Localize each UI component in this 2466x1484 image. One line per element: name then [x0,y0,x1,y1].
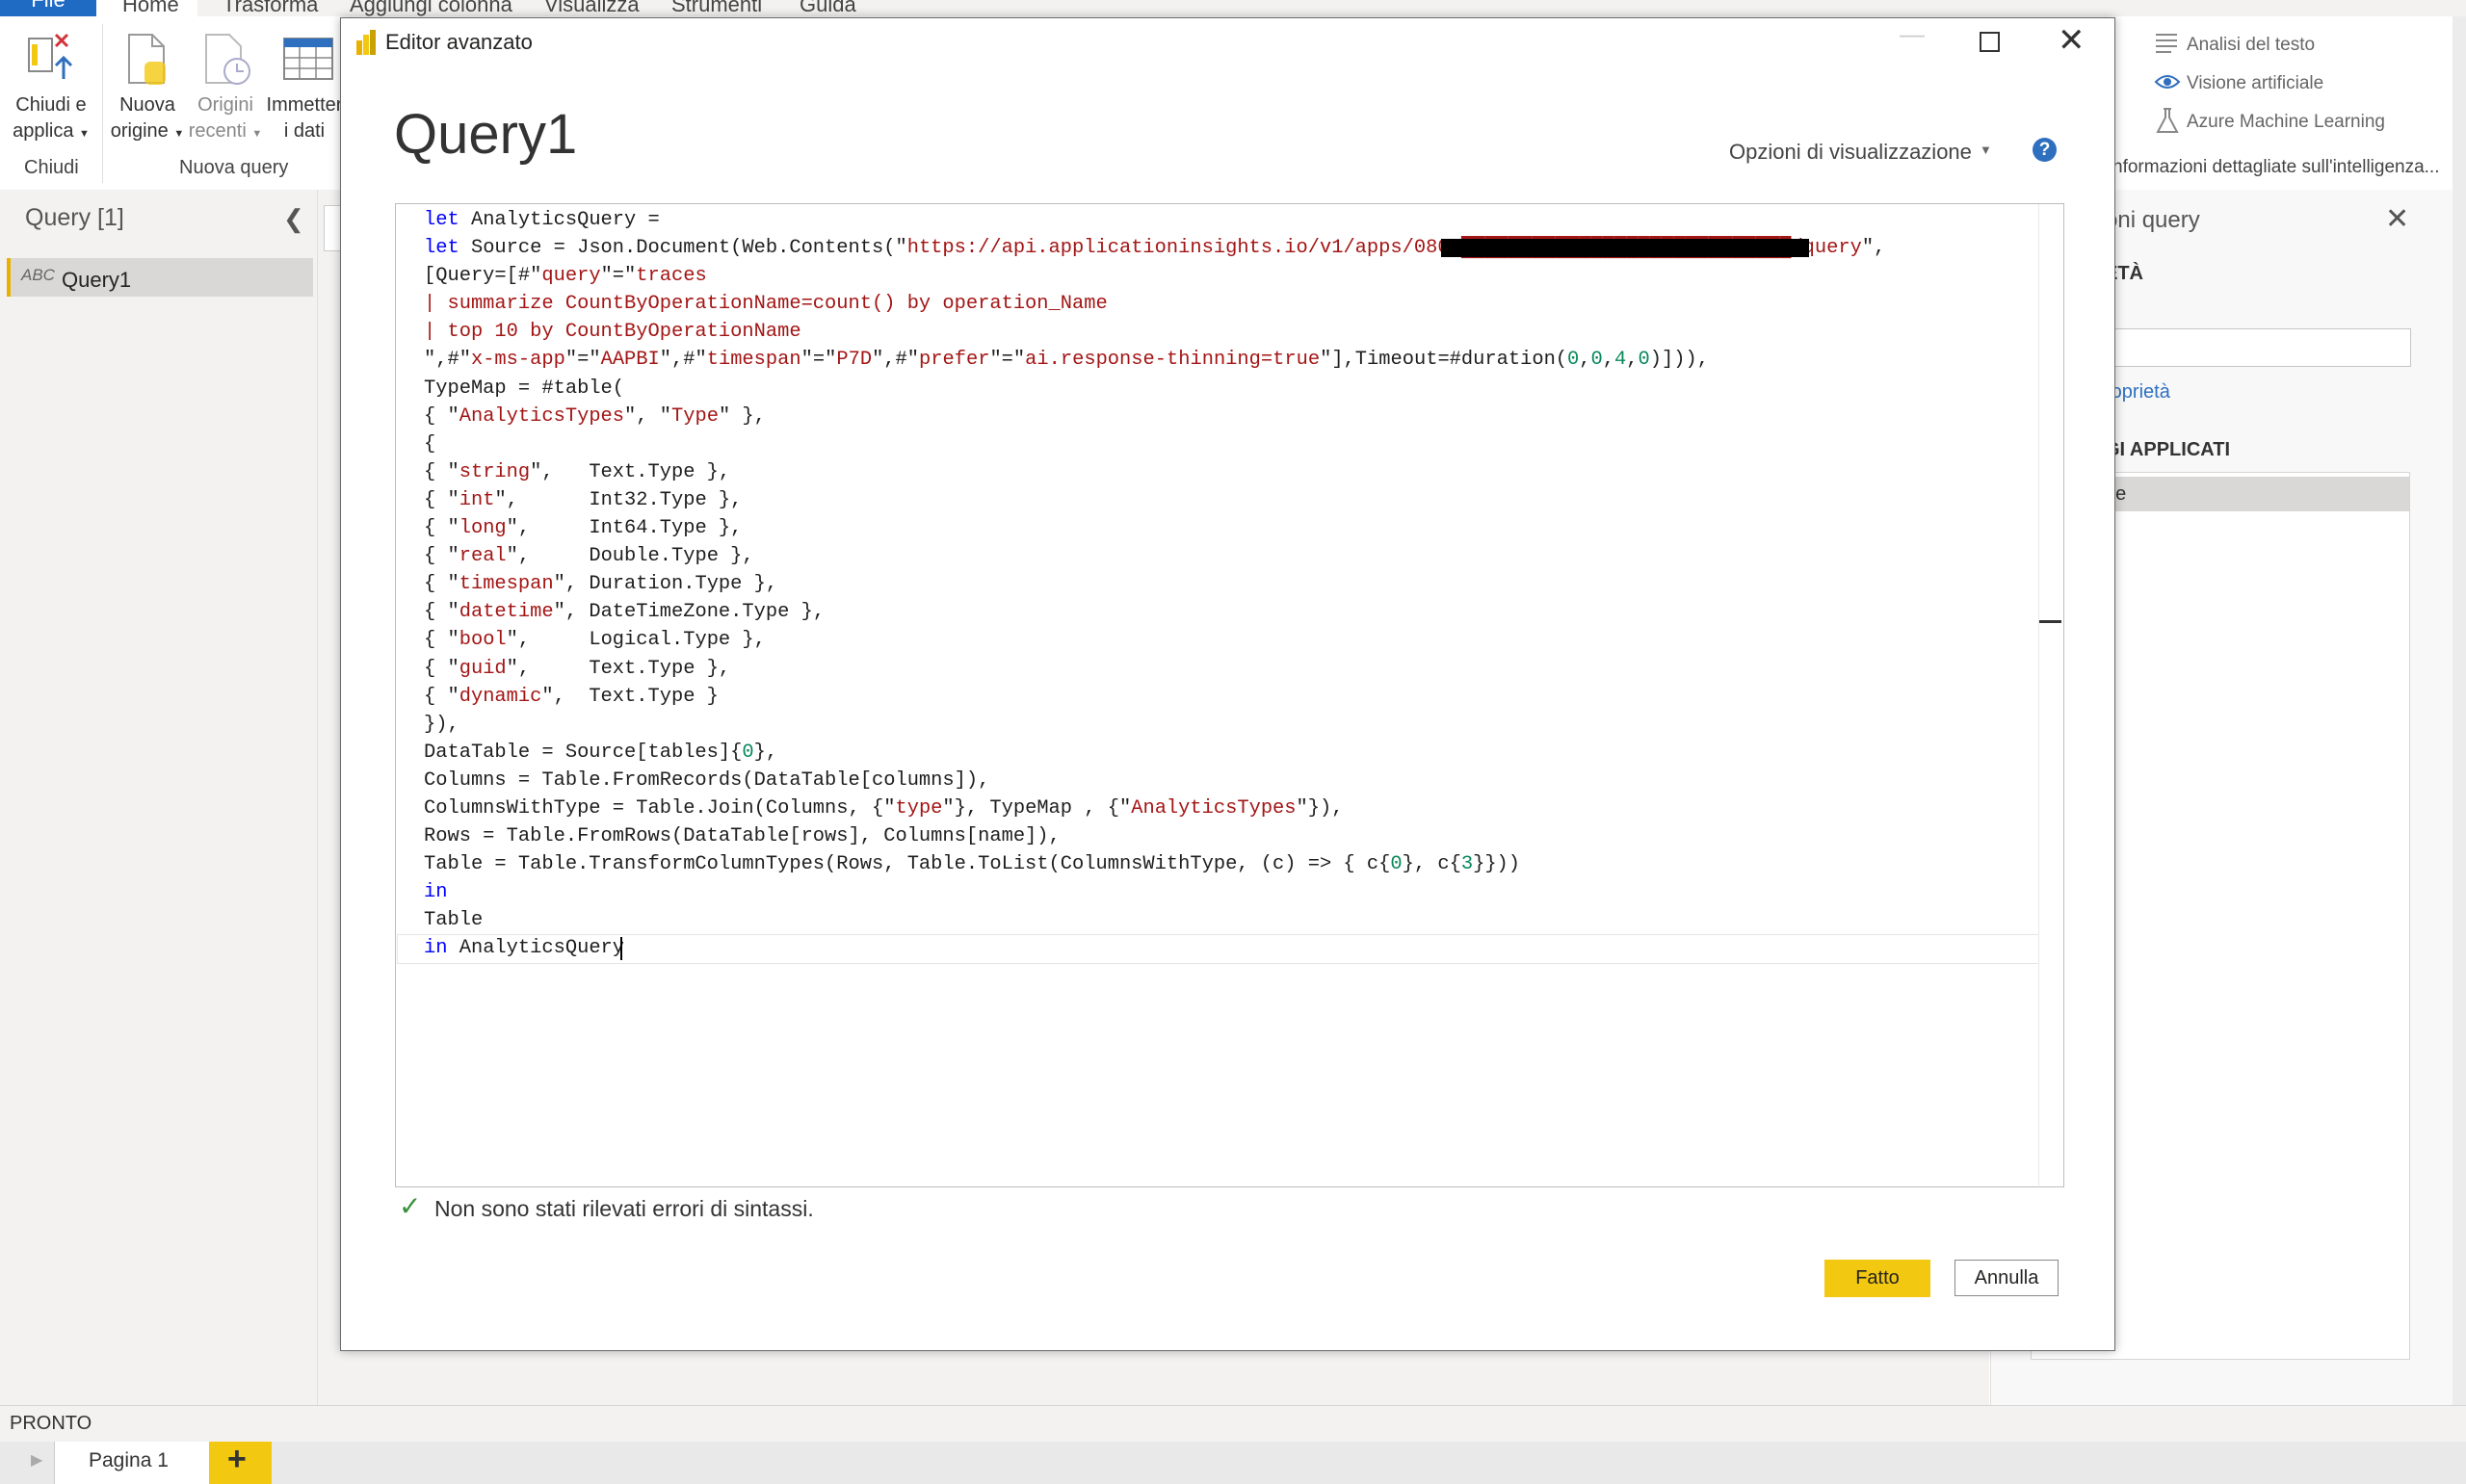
close-icon[interactable]: ✕ [2058,21,2086,60]
close-apply-line1: Chiudi e [15,94,87,116]
ribbon-separator [102,24,103,183]
maximize-icon[interactable] [1980,32,2000,52]
close-apply-button[interactable]: Chiudi e applica ▼ [10,92,92,147]
recent-sources-line2: recenti [188,120,247,142]
code-line: { "int", Int32.Type }, [424,488,743,511]
group-close-label: Chiudi [24,157,79,178]
flask-icon [2156,107,2179,134]
menu-tab-file[interactable]: File [0,0,96,16]
text-analytics-icon [2154,32,2179,53]
code-line: { "string", Text.Type }, [424,460,731,483]
menu-tab-add-column[interactable]: Aggiungi colonna [350,0,512,17]
page-nav-arrow-icon[interactable]: ▶ [31,1450,42,1470]
code-line: { [424,432,436,456]
group-new-query-label: Nuova query [179,157,289,178]
vision-button[interactable]: Visione artificiale [2187,73,2323,94]
code-line: DataTable = Source[tables]{0}, [424,741,778,764]
page-tab-label: Pagina 1 [89,1449,169,1471]
code-line: Table [424,909,484,932]
done-button[interactable]: Fatto [1824,1260,1930,1297]
query-list-item-label: Query1 [62,268,132,292]
code-line: { "guid", Text.Type }, [424,657,731,680]
power-bi-logo-icon [355,29,377,56]
enter-data-button[interactable]: Immetter i dati [264,92,345,144]
code-line: in AnalyticsQuery [424,937,625,960]
code-text[interactable]: let AnalyticsQuery = let Source = Json.Do… [424,206,1885,963]
chevron-down-icon[interactable]: ▼ [1980,143,1992,157]
ai-insights-group-label: nformazioni dettagliate sull'intelligenz… [2112,157,2440,177]
vision-eye-icon [2154,73,2181,91]
chevron-down-icon: ▼ [251,128,263,140]
status-bar [0,1405,2466,1443]
code-line: let AnalyticsQuery = [424,209,660,231]
code-line: { "bool", Logical.Type }, [424,629,766,652]
minimize-icon[interactable]: — [1900,19,1925,49]
code-line: { "long", Int64.Type }, [424,517,743,540]
recent-sources-line1: Origini [197,94,253,116]
code-line: | summarize CountByOperationName=count()… [424,293,1108,316]
query-settings-title: oni query [2105,207,2200,233]
window-scrollbar[interactable] [2453,16,2466,1442]
code-line: { "real", Double.Type }, [424,545,754,568]
recent-sources-icon [200,31,252,89]
plus-icon: + [227,1441,247,1477]
code-line: Rows = Table.FromRows(DataTable[rows], C… [424,825,1061,848]
code-line: { "datetime", DateTimeZone.Type }, [424,601,826,624]
chevron-down-icon: ▼ [173,128,185,140]
code-line: in [424,881,448,904]
query-name-heading: Query1 [394,103,578,166]
queries-pane [0,190,318,1405]
menu-tab-file-label: File [31,0,65,12]
page-tabs-bar [0,1442,2466,1484]
cancel-button[interactable]: Annulla [1954,1260,2059,1296]
help-icon[interactable]: ? [2033,138,2057,162]
code-line: TypeMap = #table( [424,377,625,400]
menu-tab-help[interactable]: Guida [800,0,856,17]
applied-steps-heading: GI APPLICATI [2105,439,2230,460]
code-line: ",#"x-ms-app"="AAPBI",#"timespan"="P7D",… [424,349,1709,372]
menu-tab-tools[interactable]: Strumenti [671,0,762,17]
code-line: }), [424,713,459,736]
query-name-field[interactable] [2105,328,2411,367]
code-line: [Query=[#"query"="traces [424,265,707,288]
new-source-button[interactable]: Nuova origine ▼ [108,92,187,147]
status-text: PRONTO [10,1413,92,1434]
menu-tab-view[interactable]: Visualizza [544,0,640,17]
redaction-bar [1441,239,1809,257]
code-line: { "timespan", Duration.Type }, [424,573,778,596]
close-apply-icon [21,29,75,83]
new-source-icon [123,31,171,87]
code-line: { "dynamic", Text.Type } [424,685,719,708]
enter-data-icon [282,37,334,81]
text-analytics-button[interactable]: Analisi del testo [2187,35,2315,56]
azure-ml-button[interactable]: Azure Machine Learning [2187,112,2385,133]
view-options-dropdown[interactable]: Opzioni di visualizzazione [1729,140,1972,165]
enter-data-line2: i dati [283,120,326,142]
code-line: { "AnalyticsTypes", "Type" }, [424,404,766,428]
close-apply-line2: applica [13,120,74,142]
code-line: Table = Table.TransformColumnTypes(Rows,… [424,853,1521,876]
editor-scroll-thumb[interactable] [2039,620,2061,623]
menu-tab-transform[interactable]: Trasforma [223,0,318,17]
enter-data-line1: Immetter [266,94,343,116]
text-cursor [620,937,622,960]
syntax-status-message: Non sono stati rilevati errori di sintas… [434,1196,814,1221]
queries-pane-title: Query [1] [25,204,124,231]
editor-scrollbar[interactable] [2038,204,2062,1185]
code-line: Columns = Table.FromRecords(DataTable[co… [424,768,990,792]
close-icon[interactable]: ✕ [2385,202,2409,236]
code-line: | top 10 by CountByOperationName [424,321,801,344]
new-source-line2: origine [110,120,169,142]
collapse-chevron-icon[interactable]: ❮ [283,204,304,234]
dialog-title: Editor avanzato [385,30,533,54]
new-source-line1: Nuova [119,94,175,116]
recent-sources-button[interactable]: Origini recenti ▼ [187,92,264,147]
chevron-down-icon: ▼ [79,128,90,140]
checkmark-icon: ✓ [399,1191,422,1221]
menu-tab-home[interactable]: Home [122,0,179,17]
text-type-icon: ABC [21,266,55,284]
code-line: ColumnsWithType = Table.Join(Columns, {"… [424,796,1344,820]
